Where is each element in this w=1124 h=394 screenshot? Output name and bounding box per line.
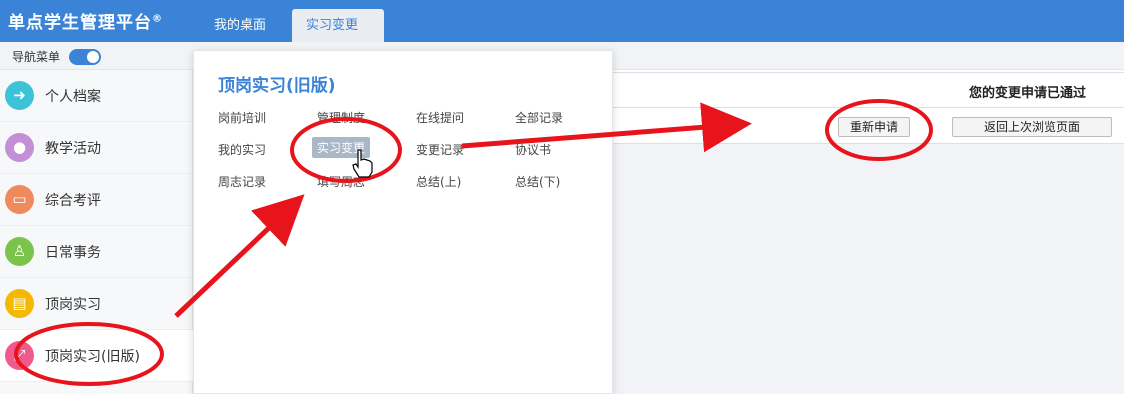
- menu-link-internship-change[interactable]: 实习变更: [312, 137, 371, 158]
- stamp-icon: ♙: [5, 237, 34, 266]
- toggle-knob: [87, 51, 99, 63]
- sidebar-item-internship-old[interactable]: ⤢ 顶岗实习(旧版): [0, 330, 193, 382]
- sidebar-item-label: 综合考评: [45, 193, 101, 209]
- top-header: 单点学生管理平台® 我的桌面 实习变更×: [0, 0, 1124, 65]
- menu-link-summary-first[interactable]: 总结(上): [416, 173, 461, 190]
- content-body: [612, 144, 1124, 394]
- sidebar-item-daily-affairs[interactable]: ♙ 日常事务: [0, 226, 193, 278]
- sidebar-item-label: 顶岗实习(旧版): [45, 349, 140, 365]
- sidebar-item-teaching[interactable]: ● 教学活动: [0, 122, 193, 174]
- menu-link-agreement[interactable]: 协议书: [515, 141, 551, 158]
- tab-label: 我的桌面: [214, 18, 267, 33]
- reapply-button[interactable]: 重新申请: [838, 117, 910, 137]
- status-message: 您的变更申请已通过: [968, 86, 1086, 101]
- tab-internship-change[interactable]: 实习变更×: [292, 9, 384, 65]
- sidebar-item-evaluation[interactable]: ▭ 综合考评: [0, 174, 193, 226]
- menu-link-pre-training[interactable]: 岗前培训: [218, 109, 266, 126]
- nav-menu-toggle[interactable]: [69, 49, 101, 65]
- menu-link-my-internship[interactable]: 我的实习: [218, 141, 266, 158]
- registered-mark: ®: [152, 13, 163, 25]
- back-button[interactable]: 返回上次浏览页面: [952, 117, 1112, 137]
- sidebar-item-label: 日常事务: [45, 245, 101, 261]
- menu-link-change-records[interactable]: 变更记录: [416, 141, 464, 158]
- app-brand: 单点学生管理平台®: [8, 8, 163, 33]
- menu-link-online-questions[interactable]: 在线提问: [416, 109, 464, 126]
- action-bar: 重新申请 返回上次浏览页面: [612, 108, 1124, 144]
- popup-title: 顶岗实习(旧版): [218, 76, 336, 96]
- sidebar-item-label: 教学活动: [45, 141, 101, 157]
- menu-link-rules[interactable]: 管理制度: [317, 109, 365, 126]
- sidebar-item-label: 顶岗实习: [45, 297, 101, 313]
- document-icon: ▤: [5, 289, 34, 318]
- content-header: 您的变更申请已通过: [612, 72, 1124, 108]
- sidebar: ➜ 个人档案 ● 教学活动 ▭ 综合考评 ♙ 日常事务 ▤ 顶岗实习 ⤢ 顶岗实…: [0, 70, 193, 394]
- briefcase-icon: ▭: [5, 185, 34, 214]
- menu-link-write-weekly[interactable]: 填写周志: [317, 173, 365, 190]
- tab-label: 实习变更: [306, 18, 359, 33]
- menu-link-all-records[interactable]: 全部记录: [515, 109, 563, 126]
- sidebar-item-personal-file[interactable]: ➜ 个人档案: [0, 70, 193, 122]
- user-icon: ●: [5, 133, 34, 162]
- nav-menu-label: 导航菜单: [12, 50, 61, 64]
- tab-my-desktop[interactable]: 我的桌面: [200, 9, 280, 42]
- menu-link-summary-second[interactable]: 总结(下): [515, 173, 560, 190]
- submenu-popup: 顶岗实习(旧版) 岗前培训 管理制度 在线提问 全部记录 我的实习 实习变更 变…: [193, 50, 613, 394]
- menu-link-weekly-records[interactable]: 周志记录: [218, 173, 266, 190]
- brand-title: 单点学生管理平台: [8, 13, 152, 33]
- sidebar-item-internship[interactable]: ▤ 顶岗实习: [0, 278, 193, 330]
- share-icon: ⤢: [5, 341, 34, 370]
- refresh-icon: ➜: [5, 81, 34, 110]
- sidebar-item-label: 个人档案: [45, 89, 101, 105]
